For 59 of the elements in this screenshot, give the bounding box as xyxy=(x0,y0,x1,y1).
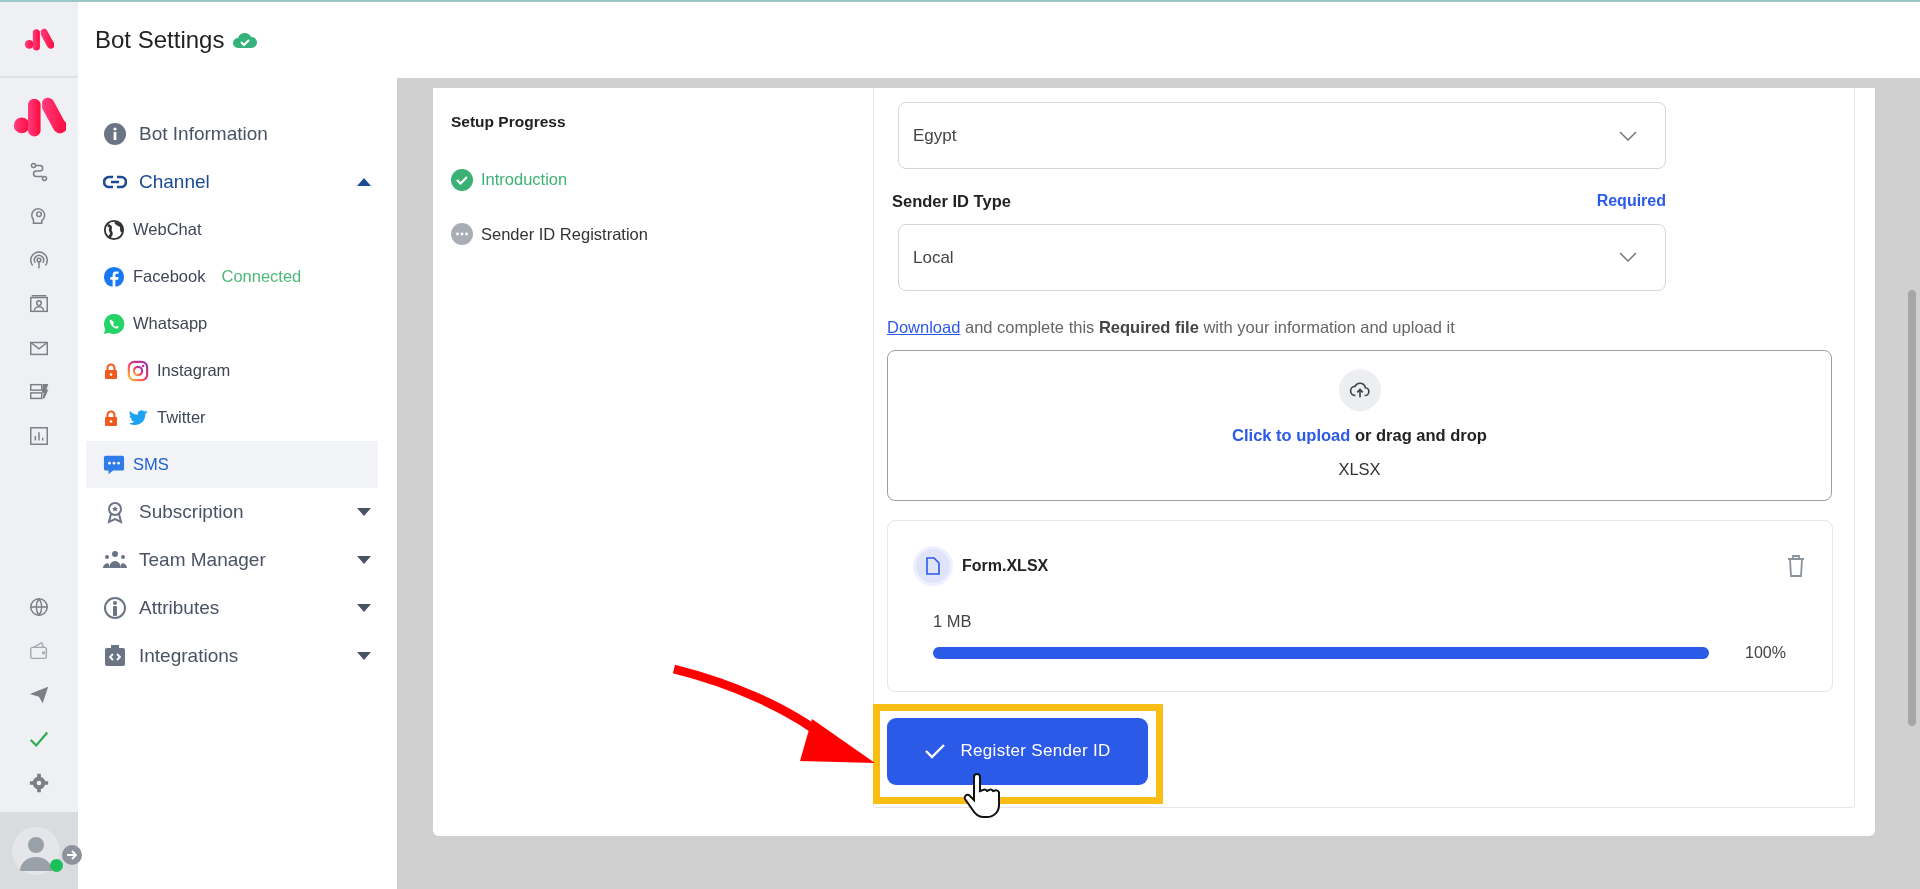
upload-dropzone[interactable]: Click to upload or drag and drop XLSX xyxy=(887,349,1832,501)
logo-icon[interactable] xyxy=(24,26,54,52)
caret-down-icon xyxy=(357,604,371,612)
instruction-text: Download and complete this Required file with your information and upload it xyxy=(887,316,1456,338)
globe-icon[interactable] xyxy=(28,596,50,618)
globe-icon xyxy=(103,218,125,241)
send-icon[interactable] xyxy=(28,684,50,706)
chevron-down-icon xyxy=(1619,252,1637,263)
settings-icon[interactable] xyxy=(28,772,50,794)
file-icon xyxy=(925,556,941,575)
chart-icon[interactable] xyxy=(28,425,50,447)
facebook-icon xyxy=(103,265,125,288)
register-button[interactable]: Register Sender ID xyxy=(887,717,1148,785)
sidebar-item[interactable]: Team Manager xyxy=(86,536,397,584)
caret-up-icon xyxy=(357,178,371,186)
contact-card-icon[interactable] xyxy=(28,293,50,315)
file-size: 1 MB xyxy=(933,610,973,632)
sidebar-subitem[interactable]: Instagram xyxy=(86,347,378,394)
caret-down-icon xyxy=(357,652,371,660)
sidebar-subitem[interactable]: Twitter xyxy=(86,394,378,441)
required-label: Required xyxy=(1596,191,1666,211)
wallet-icon[interactable] xyxy=(28,640,50,662)
sidebar-item[interactable]: Subscription xyxy=(86,488,397,536)
upload-link[interactable]: Click to upload xyxy=(1232,425,1351,444)
field-label: Sender ID Type xyxy=(892,191,1011,212)
select-field[interactable]: Local xyxy=(898,223,1666,291)
file-format: XLSX xyxy=(1338,459,1381,481)
section-title: Setup Progress xyxy=(451,112,567,132)
page-title: Bot Settings xyxy=(95,25,225,55)
whatsapp-icon xyxy=(103,312,125,335)
plugin-icon xyxy=(103,644,127,668)
check-icon xyxy=(924,743,945,759)
route-icon[interactable] xyxy=(28,161,50,183)
caret-down-icon xyxy=(357,508,371,516)
info-icon xyxy=(103,122,127,146)
connected-status: Connected xyxy=(221,266,302,288)
step-label: Introduction xyxy=(481,169,568,191)
sidebar-subitem[interactable]: Whatsapp xyxy=(86,300,378,347)
instagram-icon xyxy=(127,359,149,382)
chat-bubble-icon xyxy=(103,453,125,476)
scrollbar-thumb[interactable] xyxy=(1908,290,1916,726)
progress-percent: 100% xyxy=(1745,643,1786,664)
step-label: Sender ID Registration xyxy=(481,224,648,245)
caret-down-icon xyxy=(357,556,371,564)
sidebar-item[interactable]: Channel xyxy=(86,158,397,206)
select-field[interactable]: Egypt xyxy=(898,102,1666,169)
broadcast-icon[interactable] xyxy=(28,249,50,271)
avatar-silhouette-icon[interactable] xyxy=(12,826,60,875)
sidebar-subitem[interactable]: Facebook Connected xyxy=(86,253,378,300)
sidebar-item[interactable]: Integrations xyxy=(86,632,397,680)
upload-instruction: Click to upload or drag and drop xyxy=(1232,424,1487,446)
sidebar-item[interactable]: Bot Information xyxy=(86,110,397,158)
trash-icon[interactable] xyxy=(1787,554,1805,577)
sidebar-subitem[interactable]: SMS xyxy=(86,441,378,488)
chevron-down-icon xyxy=(1619,130,1637,141)
download-link[interactable]: Download xyxy=(887,317,961,336)
sidebar-item[interactable]: Attributes xyxy=(86,584,397,632)
file-name: Form.XLSX xyxy=(962,555,1050,576)
sidebar-subitem[interactable]: WebChat xyxy=(86,206,378,253)
